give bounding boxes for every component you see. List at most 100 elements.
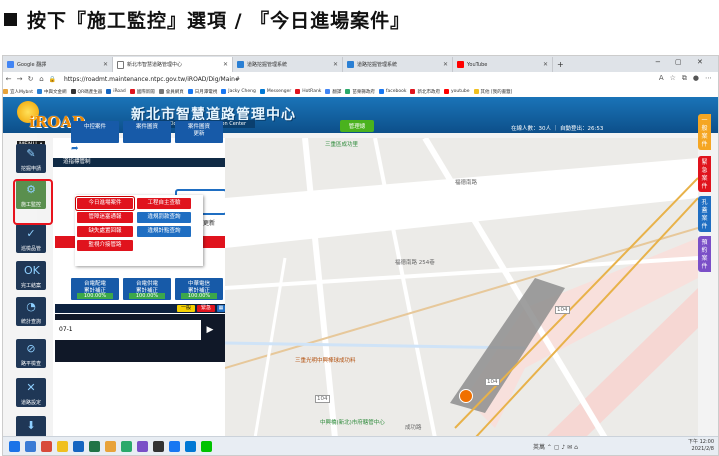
- stat-tile[interactable]: 台電配電 累計補正 100.00%: [71, 278, 119, 300]
- profile-avatar-icon[interactable]: ●: [693, 74, 699, 83]
- heading-text: 按下『施工監控』選項 / 『今日進場案件』: [27, 9, 411, 32]
- map-label: 三重區成功里: [325, 142, 359, 148]
- stat-tile[interactable]: 案件圖資: [123, 121, 171, 143]
- bookmark-item[interactable]: 宜人Mybnt: [3, 89, 33, 95]
- clock[interactable]: 下午 12:00 2021/2/8: [688, 439, 714, 453]
- tab-dig-system-2[interactable]: 道路挖掘管理系統 ✕: [343, 57, 453, 72]
- rail-icon: ✕: [26, 381, 36, 394]
- folder-icon[interactable]: [57, 441, 68, 452]
- bookmark-item[interactable]: youtube: [443, 89, 470, 94]
- tab-close-icon[interactable]: ✕: [443, 61, 448, 68]
- tab-dig-system-1[interactable]: 道路挖掘管理系統 ✕: [233, 57, 343, 72]
- bookmark-item[interactable]: 苗栗縣政府: [345, 89, 375, 95]
- case-strip: 一般 緊急 ▦: [55, 304, 225, 313]
- reload-icon[interactable]: ↻: [25, 75, 36, 83]
- edge-icon[interactable]: [25, 441, 36, 452]
- popup-menu-item[interactable]: 違規計點查詢: [137, 226, 191, 237]
- grid-icon[interactable]: ▦: [217, 305, 225, 312]
- forward-icon[interactable]: →: [14, 75, 25, 83]
- tray-icons[interactable]: 英萬 ⌃ ▢ ♪ ✉ ⌂: [533, 442, 578, 451]
- tab-ntpc-road-center[interactable]: 新北市智慧道路管理中心 ✕: [113, 57, 233, 72]
- minimize-button[interactable]: −: [655, 58, 661, 66]
- stat-tile[interactable]: 中華電信 累計補正 100.00%: [175, 278, 223, 300]
- bookmark-item[interactable]: facebook: [378, 89, 406, 94]
- skype-icon[interactable]: [185, 441, 196, 452]
- app-icon[interactable]: [137, 441, 148, 452]
- bookmark-item[interactable]: 翻譯: [325, 89, 341, 95]
- rail-item[interactable]: ✎ 挖掘申請: [16, 144, 46, 173]
- popup-menu-item[interactable]: 管障迷塞通報: [77, 212, 133, 223]
- bookmark-item[interactable]: iRoad: [106, 89, 126, 94]
- url-field[interactable]: https://roadmt.maintenance.ntpc.gov.tw/i…: [64, 76, 240, 83]
- map-view[interactable]: 三重區成功里 福德南路 福德南路 254巷 三重光明中興棒球成功料 中興橋(新北…: [225, 138, 698, 438]
- bookmark-item[interactable]: 新北市政府: [410, 89, 440, 95]
- chip-general[interactable]: 一般: [177, 305, 195, 312]
- tab-close-icon[interactable]: ✕: [333, 61, 338, 68]
- chip-urgent[interactable]: 緊急: [197, 305, 215, 312]
- rail-item[interactable]: ✕ 道路設定: [16, 378, 46, 407]
- back-icon[interactable]: ←: [3, 75, 14, 83]
- lock-icon: 🔒: [48, 75, 57, 83]
- bookmark-item[interactable]: 國際新聞: [129, 89, 155, 95]
- stat-tile[interactable]: 中控案件: [71, 121, 119, 143]
- tab-google-translate[interactable]: Google 翻譯 ✕: [3, 57, 113, 72]
- rail-item[interactable]: OK 完工結案: [16, 261, 46, 290]
- start-icon[interactable]: [9, 441, 20, 452]
- bookmark-item[interactable]: 日月潭電視: [187, 89, 217, 95]
- case-item[interactable]: 07-1: [55, 320, 201, 340]
- popup-menu-item[interactable]: 違規罰款查詢: [137, 212, 191, 223]
- next-arrow-icon[interactable]: ▶: [197, 318, 223, 342]
- close-window-button[interactable]: ✕: [697, 58, 703, 66]
- right-case-tab[interactable]: 緊急案件: [698, 156, 711, 192]
- facebook-icon[interactable]: [169, 441, 180, 452]
- maximize-button[interactable]: ▢: [675, 58, 682, 66]
- bookmark-item[interactable]: QR碼產生器: [70, 89, 102, 95]
- bookmark-item[interactable]: Messenger: [259, 89, 291, 94]
- collections-icon[interactable]: ⧉: [682, 74, 687, 83]
- home-icon[interactable]: ⌂: [36, 75, 47, 83]
- pin-icon[interactable]: ➦: [71, 144, 79, 154]
- popup-menu-item[interactable]: 工程自主查驗: [137, 198, 191, 209]
- rail-item[interactable]: ◔ 統計查詢: [16, 297, 46, 326]
- app-icon[interactable]: [153, 441, 164, 452]
- favorite-star-icon[interactable]: ☆: [670, 74, 676, 83]
- app-icon[interactable]: [41, 441, 52, 452]
- bookmark-item[interactable]: Jacky Cheng: [221, 89, 256, 94]
- right-case-tab[interactable]: 孔蓋案件: [698, 196, 711, 232]
- browser-toolbar-right: A ☆ ⧉ ● ⋯: [659, 74, 712, 83]
- bookmark-icon: [106, 89, 112, 94]
- tab-youtube[interactable]: YouTube ✕: [453, 57, 553, 72]
- word-icon[interactable]: [73, 441, 84, 452]
- right-case-tab[interactable]: 一般案件: [698, 114, 711, 150]
- tab-close-icon[interactable]: ✕: [103, 61, 108, 68]
- popup-menu-item[interactable]: 監視介接管路: [77, 240, 133, 251]
- rail-item[interactable]: ⊘ 路平檢查: [16, 339, 46, 368]
- read-aloud-icon[interactable]: A: [659, 74, 664, 83]
- stat-tile[interactable]: 案件圖資 更新: [175, 121, 223, 143]
- rail-label: 挖掘申請: [20, 166, 41, 172]
- right-case-tab[interactable]: 預約案件: [698, 236, 711, 272]
- admin-button[interactable]: 管理總: [340, 120, 374, 132]
- app-icon[interactable]: [121, 441, 132, 452]
- bookmark-item[interactable]: 其他 [我的書籤]: [473, 89, 512, 95]
- bookmark-item[interactable]: 中興文金網: [37, 89, 67, 95]
- map-marker-icon[interactable]: [459, 389, 473, 403]
- today-cases-menu-item[interactable]: 今日進場案件: [76, 197, 134, 210]
- rail-item[interactable]: ✓ 巡檢品管: [16, 224, 46, 253]
- more-menu-icon[interactable]: ⋯: [705, 74, 712, 83]
- line-icon[interactable]: [201, 441, 212, 452]
- route-shield: 104: [315, 395, 330, 403]
- language-indicator[interactable]: 英萬: [533, 444, 545, 451]
- excel-icon[interactable]: [89, 441, 100, 452]
- route-shield: 104: [555, 306, 570, 314]
- bookmark-icon: [70, 89, 76, 94]
- chrome-icon[interactable]: [105, 441, 116, 452]
- bookmark-item[interactable]: HotRank: [295, 89, 321, 94]
- stat-tile[interactable]: 台電供電 累計補正 100.00%: [123, 278, 171, 300]
- tab-close-icon[interactable]: ✕: [543, 61, 548, 68]
- new-tab-button[interactable]: +: [553, 57, 567, 72]
- tab-close-icon[interactable]: ✕: [223, 61, 228, 68]
- bookmark-label: Jacky Cheng: [228, 89, 256, 94]
- bookmark-item[interactable]: 會員網頁: [158, 89, 184, 95]
- popup-menu-item[interactable]: 缺失處置回報: [77, 226, 133, 237]
